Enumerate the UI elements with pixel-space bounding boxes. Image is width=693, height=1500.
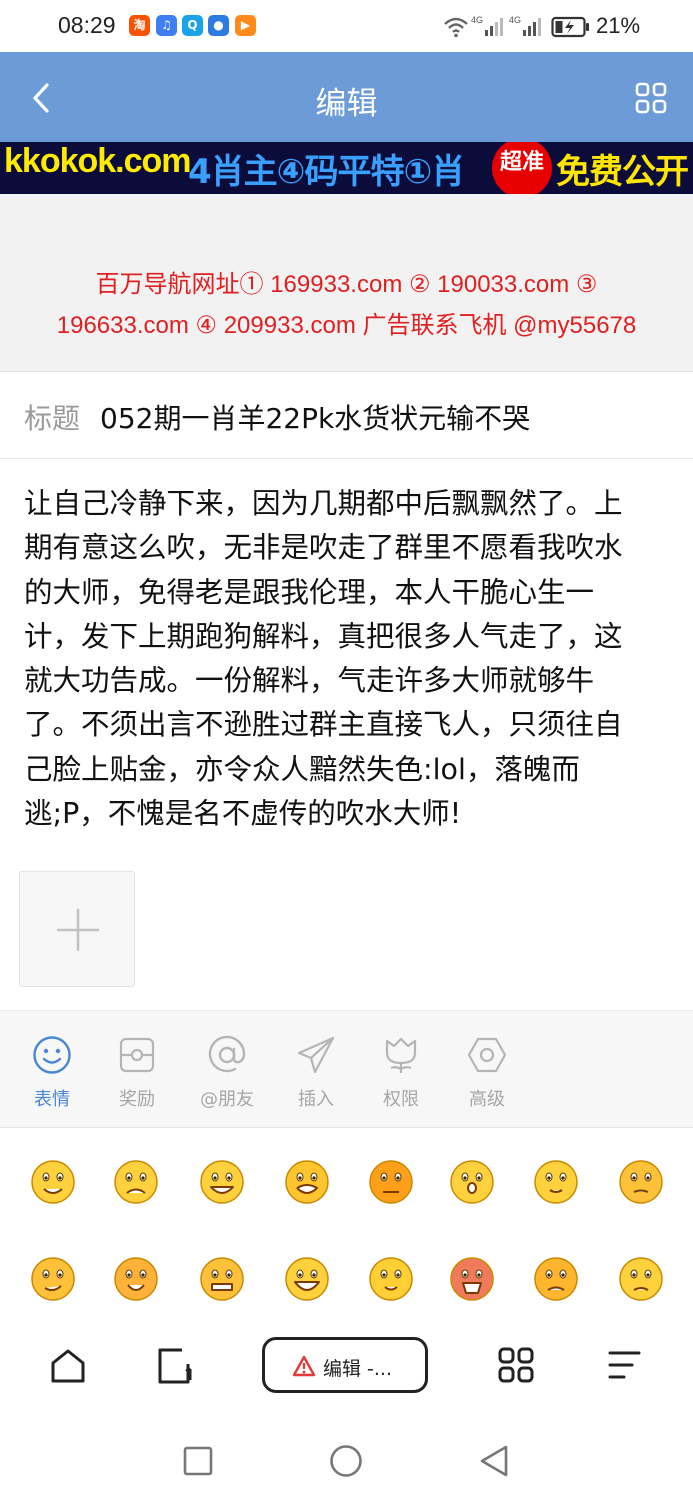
tool-label: 高级 <box>469 1089 505 1110</box>
surprised-emoji[interactable] <box>448 1158 496 1206</box>
status-bar: 08:29 淘 ♫ Q ● ▶ 4G 4G 21% <box>0 0 693 52</box>
sleepy-emoji[interactable] <box>617 1158 665 1206</box>
svg-text:4G: 4G <box>509 15 521 25</box>
title-label: 标题 <box>24 402 81 435</box>
grid-menu-icon[interactable] <box>635 82 667 114</box>
smile-emoji[interactable] <box>29 1158 77 1206</box>
tulip-icon <box>385 1037 417 1073</box>
apps-grid-icon[interactable] <box>497 1346 535 1384</box>
editor-toolbar: 表情 奖励 @朋友 插入 权限 高级 <box>0 1010 693 1128</box>
grin-emoji[interactable] <box>198 1158 246 1206</box>
emoji-panel <box>0 1128 693 1328</box>
home-icon[interactable] <box>49 1347 87 1385</box>
body-textarea[interactable]: 让自己冷静下来，因为几期都中后飘飘然了。上 期有意这么吹，无非是吹走了群里不愿看我… <box>24 482 674 836</box>
tool-label: 权限 <box>383 1089 419 1110</box>
ad-site: kkokok.com <box>4 142 192 180</box>
recents-icon[interactable] <box>183 1446 213 1476</box>
taobao-icon: 淘 <box>129 15 150 36</box>
music-icon: ♫ <box>156 15 177 36</box>
page-title: 编辑 <box>315 86 378 122</box>
status-time: 08:29 <box>58 12 116 38</box>
paper-plane-icon <box>297 1036 335 1074</box>
body-line: 的大师，免得老是跟我伦理，本人干脆心生一 <box>24 575 595 609</box>
battery-icon <box>551 16 589 38</box>
sly-emoji[interactable] <box>29 1255 77 1303</box>
laugh-emoji[interactable] <box>283 1255 331 1303</box>
plus-icon <box>57 909 99 951</box>
body-line: 计，发下上期跑狗解料，真把很多人气走了，这 <box>24 619 623 653</box>
ad-badge: 超准 <box>492 142 552 194</box>
ad-slogan: 4肖主④码平特①肖 <box>188 152 465 192</box>
tabs-icon[interactable] <box>156 1347 196 1385</box>
ad-free-text: 免费公开 <box>556 152 689 192</box>
search-app-icon: Q <box>182 15 203 36</box>
sad-emoji[interactable] <box>112 1158 160 1206</box>
smiley-icon <box>33 1036 71 1074</box>
body-line: 就大功告成。一份解料，气走许多大师就够牛 <box>24 664 595 698</box>
mad-emoji[interactable] <box>532 1255 580 1303</box>
nav-links-block: 百万导航网址① 169933.com ② 190033.com ③ 196633… <box>0 194 693 372</box>
body-line: 了。不须出言不逊胜过群主直接飞人，只须往自 <box>24 708 623 742</box>
tool-label: 奖励 <box>119 1089 155 1110</box>
signal-4g-icon: 4G <box>509 15 541 36</box>
frown-emoji[interactable] <box>617 1255 665 1303</box>
body-line: 期有意这么吹，无非是吹走了群里不愿看我吹水 <box>24 531 623 565</box>
body-line: 己脸上贴金，亦令众人黯然失色:lol，落魄而 <box>24 752 580 786</box>
video-app-icon: ▶ <box>235 15 256 36</box>
shy-emoji[interactable] <box>367 1255 415 1303</box>
browser-app-icon: ● <box>208 15 229 36</box>
at-icon <box>208 1035 246 1073</box>
system-navigation <box>0 1414 693 1500</box>
title-input[interactable]: 052期一肖羊22Pk水货状元输不哭 <box>100 397 530 437</box>
nav-link-line[interactable]: 百万导航网址① 169933.com ② 190033.com ③ <box>0 264 693 299</box>
app-header: 编辑 <box>0 52 693 142</box>
browser-bottom-bar: 编辑 -... <box>0 1328 693 1414</box>
title-field[interactable]: 标题 052期一肖羊22Pk水货状元输不哭 <box>0 373 693 459</box>
blush-emoji[interactable] <box>532 1158 580 1206</box>
tab-title: 编辑 -... <box>323 1358 393 1380</box>
hexagon-icon <box>467 1037 507 1073</box>
back-triangle-icon[interactable] <box>478 1444 510 1478</box>
signal-4g-icon: 4G <box>471 15 503 36</box>
battery-percent: 21% <box>596 13 641 38</box>
tool-label: 插入 <box>298 1089 334 1110</box>
warning-icon <box>292 1355 316 1377</box>
ad-banner[interactable]: kkokok.com 4肖主④码平特①肖 超准 免费公开 <box>0 142 693 194</box>
angry-emoji[interactable] <box>367 1158 415 1206</box>
shout-emoji[interactable] <box>448 1255 496 1303</box>
menu-icon[interactable] <box>606 1348 642 1382</box>
wifi-icon <box>444 17 468 38</box>
svg-text:4G: 4G <box>471 15 483 25</box>
nav-link-line[interactable]: 196633.com ④ 209933.com 广告联系飞机 @my55678 <box>0 305 693 340</box>
body-line: 逃;P，不愧是名不虚传的吹水大师! <box>24 797 462 831</box>
grimace-emoji[interactable] <box>198 1255 246 1303</box>
reward-icon <box>119 1037 155 1073</box>
body-line: 让自己冷静下来，因为几期都中后飘飘然了。上 <box>24 487 623 520</box>
tongue-emoji[interactable] <box>112 1255 160 1303</box>
tool-label: 表情 <box>34 1089 70 1110</box>
tool-label: @朋友 <box>200 1089 254 1110</box>
add-image-button[interactable] <box>19 871 135 987</box>
current-tab-pill[interactable]: 编辑 -... <box>262 1337 428 1393</box>
cry-emoji[interactable] <box>283 1158 331 1206</box>
home-circle-icon[interactable] <box>329 1444 363 1478</box>
